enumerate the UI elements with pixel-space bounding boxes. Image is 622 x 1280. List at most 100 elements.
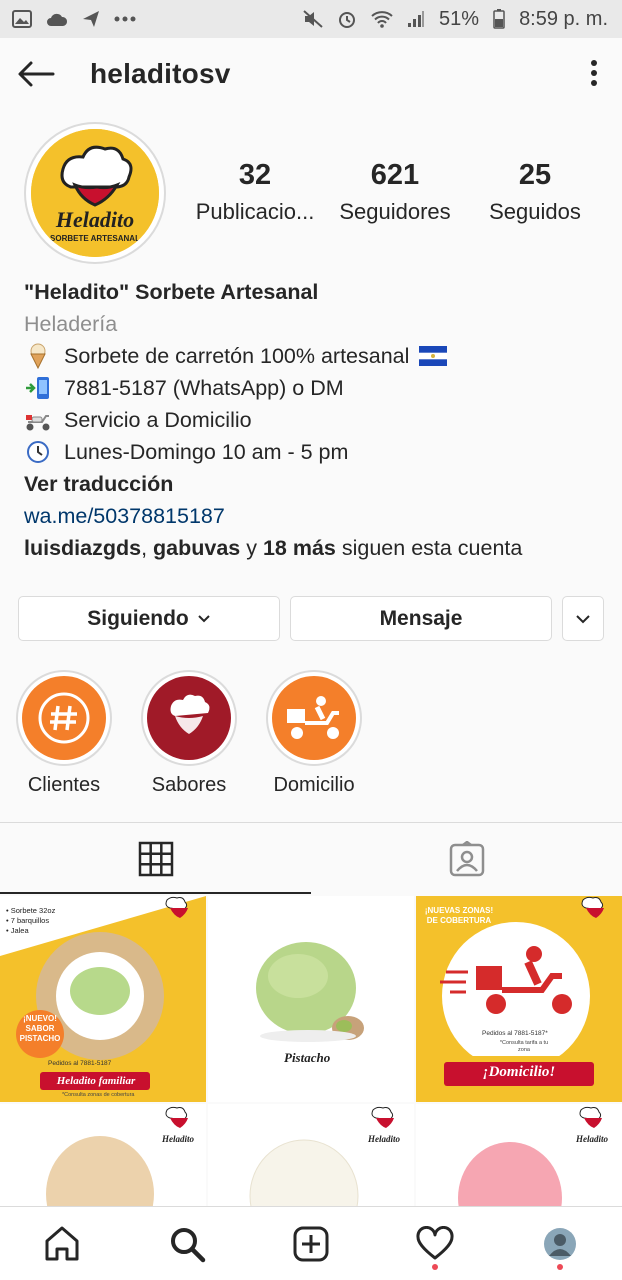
bio-line-text: 7881-5187 (WhatsApp) o DM <box>64 376 344 400</box>
suggested-accounts-button[interactable] <box>562 596 604 641</box>
post-title: Heladito familiar <box>56 1075 136 1087</box>
hashtag-chat-icon <box>22 676 106 760</box>
post-thumbnail[interactable]: • Sorbete 32oz • 7 barquillos • Jalea ¡NUE… <box>0 896 206 1102</box>
cloud-icon <box>46 11 68 27</box>
tab-tagged[interactable] <box>311 823 622 894</box>
highlight-label: Sabores <box>151 774 227 796</box>
nav-activity[interactable] <box>405 1214 465 1274</box>
post-title: ¡Domicilio! <box>482 1064 556 1080</box>
bio-line-text: Servicio a Domicilio <box>64 408 252 432</box>
bio-line: Servicio a Domicilio <box>24 404 604 436</box>
brand-watermark: Heladito <box>575 1134 608 1144</box>
nav-search[interactable] <box>157 1214 217 1274</box>
profile-bio: "Heladito" Sorbete Artesanal Heladería S… <box>24 276 604 564</box>
battery-percent: 51% <box>439 7 480 30</box>
post-thumbnail[interactable]: Pistacho <box>208 896 414 1102</box>
profile-tabs <box>0 822 622 894</box>
post-image <box>208 896 414 1102</box>
bio-line: Sorbete de carretón 100% artesanal <box>24 340 604 372</box>
post-thumbnail[interactable]: Heladito <box>416 1104 622 1208</box>
highlight-label: Domicilio <box>273 774 355 796</box>
stat-followers-label: Seguidores <box>339 199 451 224</box>
clock-icon <box>24 438 52 466</box>
highlight-label: Clientes <box>27 774 101 796</box>
see-translation-link[interactable]: Ver traducción <box>24 468 604 500</box>
message-button[interactable]: Mensaje <box>290 596 552 641</box>
chevron-down-icon <box>576 614 590 623</box>
avatar-image: Heladito SORBETE ARTESANAL <box>31 129 159 257</box>
post-note: *Consulta zonas de cobertura <box>62 1092 135 1098</box>
el-salvador-flag-icon <box>419 342 448 370</box>
stat-posts[interactable]: 32 Publicacio... <box>185 156 325 230</box>
send-icon <box>82 10 100 28</box>
flavor-caption: Pistacho <box>284 1050 331 1065</box>
alarm-icon <box>337 9 357 29</box>
avatar-subtitle-text: SORBETE ARTESANAL <box>50 234 140 243</box>
clock-time: 8:59 p. m. <box>519 7 608 30</box>
brand-watermark: Heladito <box>367 1134 400 1144</box>
stat-posts-label: Publicacio... <box>195 199 315 224</box>
bio-category: Heladería <box>24 312 118 336</box>
tagged-person-icon <box>449 840 484 876</box>
highlight-sabores[interactable]: Sabores <box>141 670 237 797</box>
bio-line-text: Sorbete de carretón 100% artesanal <box>64 344 410 368</box>
bio-website-link[interactable]: wa.me/50378815187 <box>24 500 604 532</box>
order-phone: Pedidos al 7881-5187 <box>48 1060 112 1067</box>
post-image: Heladito <box>208 1104 414 1208</box>
profile-stats: 32 Publicacio... 621 Seguidores 25 Segui… <box>185 156 605 230</box>
brand-watermark: Heladito <box>161 1134 194 1144</box>
bio-line: 7881-5187 (WhatsApp) o DM <box>24 372 604 404</box>
nav-home[interactable] <box>32 1214 92 1274</box>
profile-avatar-icon <box>543 1227 576 1260</box>
post-thumbnail[interactable]: Heladito <box>208 1104 414 1208</box>
back-arrow-icon <box>18 61 55 87</box>
signal-icon <box>407 10 425 28</box>
home-icon <box>45 1226 79 1260</box>
battery-icon <box>493 9 505 29</box>
delivery-scooter-icon <box>272 676 356 760</box>
following-button[interactable]: Siguiendo <box>18 596 280 641</box>
app-header: heladitosv <box>0 38 622 110</box>
back-button[interactable] <box>16 56 56 92</box>
stat-followers-count: 621 <box>370 159 420 191</box>
profile-actions: Siguiendo Mensaje <box>18 596 604 641</box>
highlight-domicilio[interactable]: Domicilio <box>266 670 362 797</box>
avatar-brand-text: Heladito <box>55 207 134 232</box>
nav-new-post[interactable] <box>281 1214 341 1274</box>
post-note: *Consulta tarifa a tu zona <box>499 1040 549 1053</box>
options-menu-button[interactable] <box>584 58 604 88</box>
post-image: Heladito <box>0 1104 206 1208</box>
notification-dot <box>556 1263 563 1270</box>
ice-cream-icon <box>24 342 52 370</box>
bio-line-text: Lunes-Domingo 10 am - 5 pm <box>64 440 349 464</box>
story-highlights: Clientes Sabores Domicilio <box>16 670 362 797</box>
profile-avatar[interactable]: Heladito SORBETE ARTESANAL <box>24 122 166 264</box>
grid-icon <box>138 841 173 876</box>
stat-following-label: Seguidos <box>489 199 581 224</box>
post-thumbnail[interactable]: Heladito <box>0 1104 206 1208</box>
chevron-down-icon <box>198 614 210 622</box>
posts-grid: • Sorbete 32oz • 7 barquillos • Jalea ¡NUE… <box>0 896 622 1208</box>
mute-icon <box>303 10 323 28</box>
highlight-clientes[interactable]: Clientes <box>16 670 112 797</box>
following-button-label: Siguiendo <box>87 606 189 630</box>
stat-following-count: 25 <box>518 159 552 191</box>
bio-display-name: "Heladito" Sorbete Artesanal <box>24 280 319 304</box>
heart-icon <box>416 1225 454 1259</box>
post-bullet-list: • Sorbete 32oz • 7 barquillos • Jalea <box>6 906 56 935</box>
post-thumbnail[interactable]: ¡NUEVAS ZONAS! DE COBERTURA Pedidos al 7… <box>416 896 622 1102</box>
mutual-followers-text[interactable]: luisdiazgds, gabuvas y 18 más siguen est… <box>24 532 604 564</box>
stat-posts-count: 32 <box>238 159 272 191</box>
add-post-icon <box>293 1226 329 1261</box>
stat-followers[interactable]: 621 Seguidores <box>325 156 465 230</box>
nav-profile[interactable] <box>530 1214 590 1274</box>
stat-following[interactable]: 25 Seguidos <box>465 156 605 230</box>
coverage-header: ¡NUEVAS ZONAS! DE COBERTURA <box>424 906 494 925</box>
wifi-icon <box>371 10 393 28</box>
tab-grid[interactable] <box>0 823 311 894</box>
heladito-logo: Heladito SORBETE ARTESANAL <box>31 129 159 257</box>
image-icon <box>12 10 32 28</box>
order-phone: Pedidos al 7881-5187* <box>482 1030 548 1037</box>
bio-line: Lunes-Domingo 10 am - 5 pm <box>24 436 604 468</box>
profile-username: heladitosv <box>90 58 231 89</box>
